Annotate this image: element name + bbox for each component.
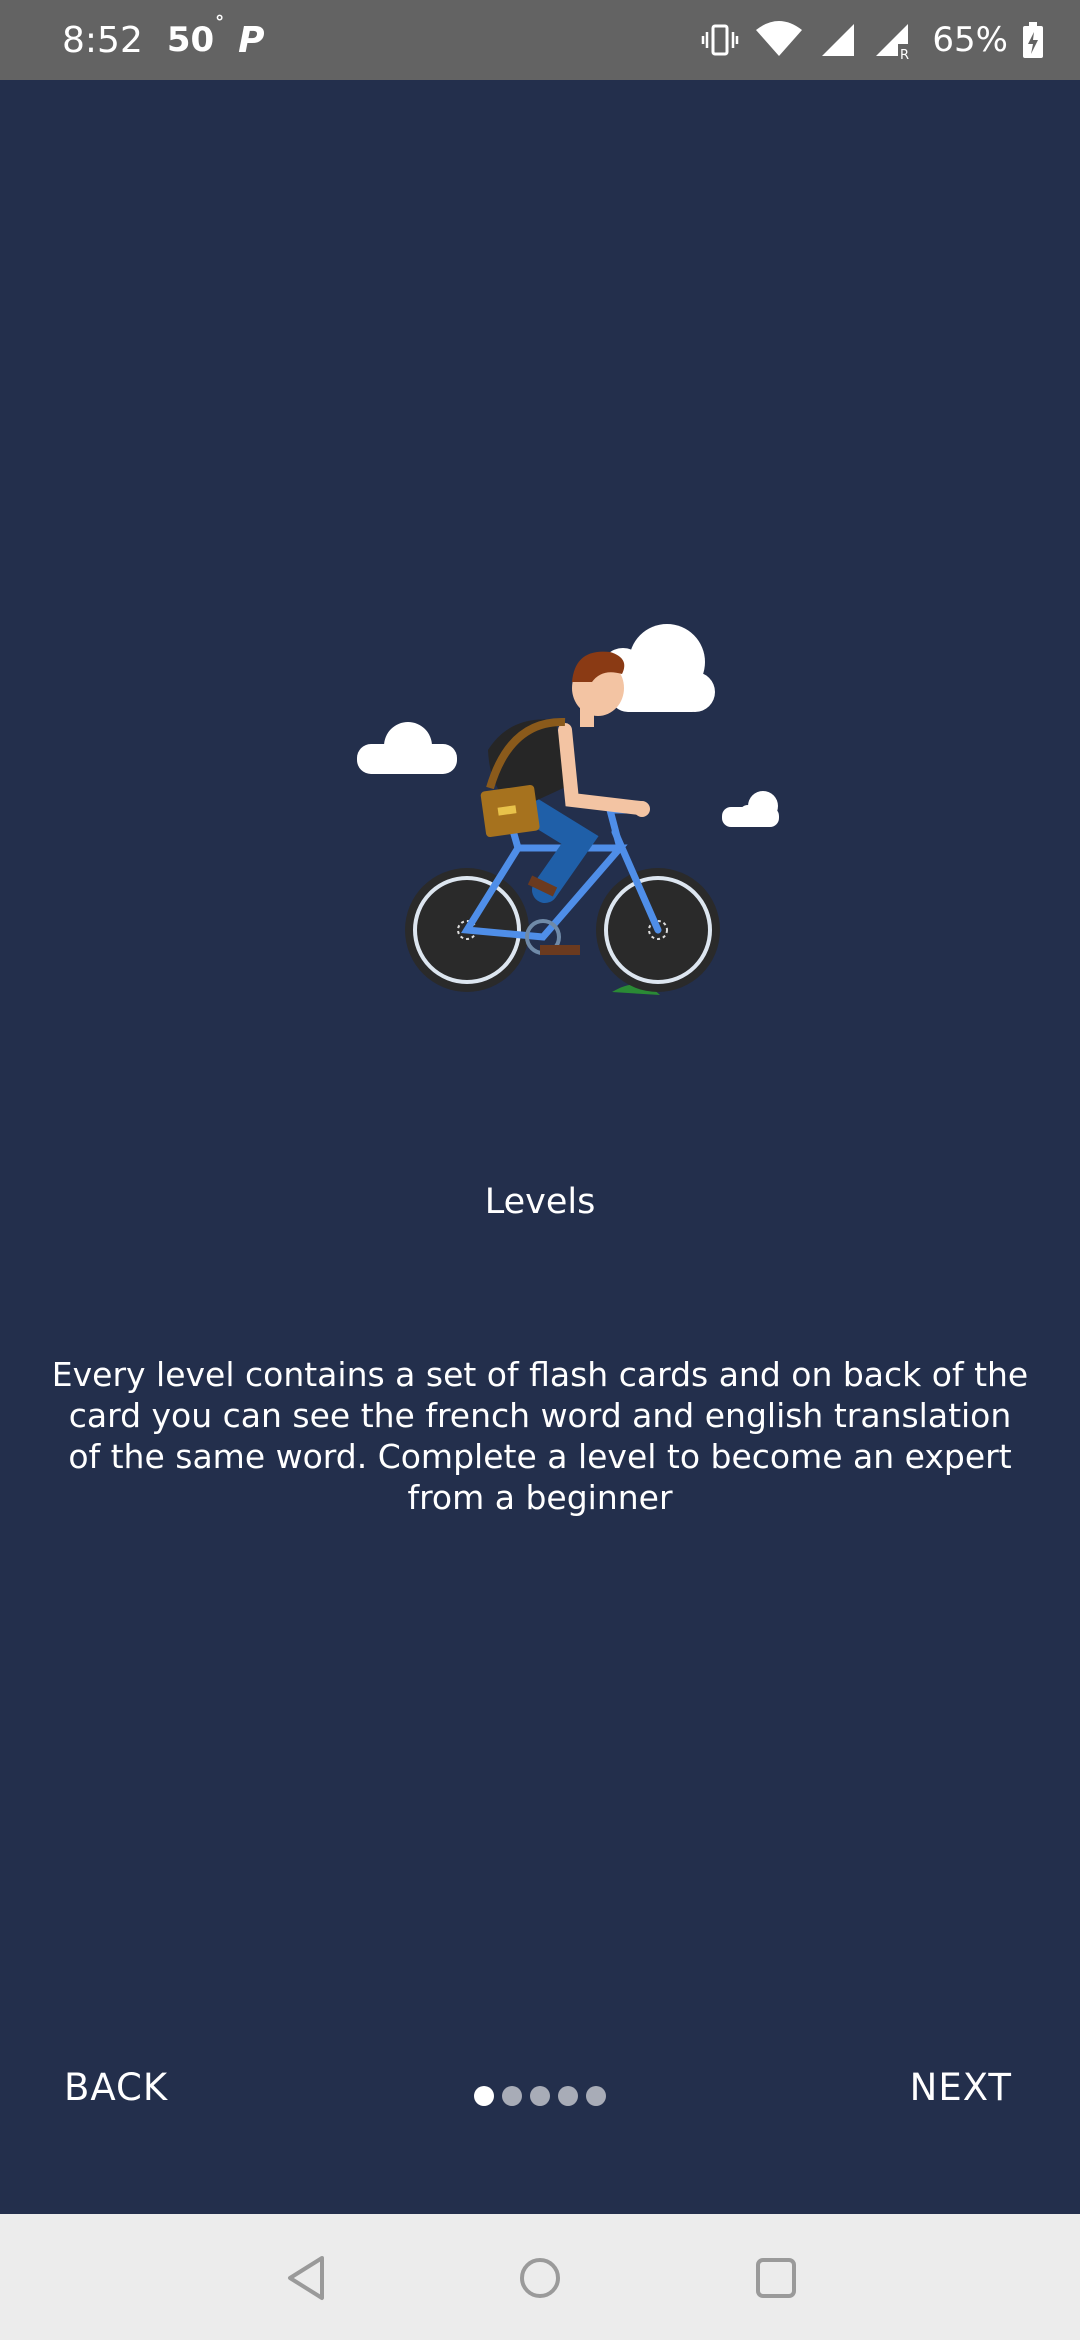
cloud-small-right [722,791,779,827]
svg-text:R: R [900,48,909,60]
next-button[interactable]: NEXT [910,2066,1012,2109]
slide-title: Levels [484,1182,596,1222]
page-dot-5[interactable] [586,2086,606,2106]
vibrate-icon [702,24,739,56]
temperature-unit: ° [215,12,225,33]
page-indicator [474,2086,606,2106]
cloud-left [357,722,457,774]
signal-icon [822,24,855,56]
battery-charging-icon [1023,22,1043,58]
status-bar-right: R 65% [700,0,1044,80]
wifi-icon [756,21,803,56]
signal-roaming-icon: R [876,24,909,60]
back-button[interactable]: BACK [64,2066,168,2109]
slide-description: Every level contains a set of flash card… [51,1355,1029,1517]
back-triangle-icon[interactable] [278,2250,334,2306]
cyclist-illustration [357,624,779,995]
status-time: 8:52 [62,19,143,61]
home-circle-icon[interactable] [512,2250,568,2306]
page-dot-3[interactable] [530,2086,550,2106]
status-temperature: 50 ° [166,12,224,60]
temperature-value: 50 [166,20,215,60]
recents-square-icon[interactable] [748,2250,804,2306]
page-dot-1[interactable] [474,2086,494,2106]
parking-icon: P [238,19,265,61]
battery-percent: 65% [932,20,1008,60]
system-nav-bar [0,2214,1080,2340]
status-bar: 8:52 50 ° P R 65% [0,0,1080,80]
page-dot-2[interactable] [502,2086,522,2106]
page-dot-4[interactable] [558,2086,578,2106]
status-bar-left: 8:52 50 ° P [62,0,265,80]
